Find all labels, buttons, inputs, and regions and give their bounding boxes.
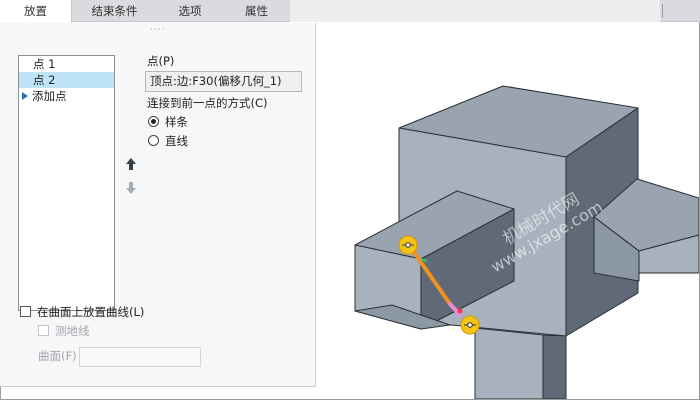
add-point-label: 添加点	[32, 89, 67, 103]
resize-grip[interactable]: ····	[150, 25, 165, 35]
point-list[interactable]: 点 1 点 2 添加点	[18, 55, 115, 311]
move-up-arrow-icon[interactable]	[125, 157, 137, 171]
column-side	[542, 334, 567, 400]
drag-handle-end[interactable]	[460, 315, 480, 335]
panel-divider	[662, 4, 674, 18]
surface-label: 曲面(F)	[38, 349, 77, 363]
tab-end-conditions[interactable]: 结束条件	[72, 0, 157, 22]
geodesic-checkbox[interactable]: 测地线	[38, 323, 90, 339]
move-down-arrow-icon[interactable]	[125, 181, 137, 195]
list-item-add-point[interactable]: 添加点	[19, 88, 114, 104]
point-reference-field[interactable]: 顶点:边:F30(偏移几何_1)	[145, 71, 302, 92]
tab-placement[interactable]: 放置	[0, 0, 72, 23]
place-on-surface-label: 在曲面上放置曲线(L)	[37, 305, 145, 319]
list-item-point-2[interactable]: 点 2	[19, 72, 114, 88]
radio-spline-button[interactable]	[148, 116, 159, 127]
geodesic-label: 测地线	[55, 324, 90, 338]
model-canvas[interactable]: 机械时代网 www.jxage.com	[317, 23, 700, 400]
place-on-surface-box[interactable]	[20, 306, 31, 317]
radio-straight-label: 直线	[165, 134, 188, 148]
point-label: 点(P)	[147, 54, 175, 68]
tab-bar-empty	[290, 0, 660, 22]
surface-field[interactable]	[79, 347, 201, 367]
radio-spline[interactable]: 样条	[148, 114, 188, 130]
radio-straight[interactable]: 直线	[148, 133, 188, 149]
tab-properties[interactable]: 属性	[223, 0, 290, 22]
connect-method-label: 连接到前一点的方式(C)	[147, 96, 268, 110]
drag-handle-start[interactable]	[398, 235, 418, 255]
radio-straight-button[interactable]	[148, 135, 159, 146]
tab-options[interactable]: 选项	[157, 0, 223, 22]
geodesic-box[interactable]	[38, 325, 49, 336]
column-front	[474, 327, 544, 400]
model-viewport[interactable]: 机械时代网 www.jxage.com	[317, 23, 700, 400]
tab-bar: 放置 结束条件 选项 属性	[0, 0, 700, 23]
placement-panel: ···· 点 1 点 2 添加点 点(P) 顶点:边:F30(偏移几何_1) 连…	[0, 23, 316, 387]
radio-spline-label: 样条	[165, 115, 188, 129]
add-arrow-icon	[22, 92, 28, 100]
list-item-point-1[interactable]: 点 1	[19, 56, 114, 72]
end-point-marker	[457, 308, 463, 314]
place-on-surface-checkbox[interactable]: 在曲面上放置曲线(L)	[20, 304, 144, 320]
